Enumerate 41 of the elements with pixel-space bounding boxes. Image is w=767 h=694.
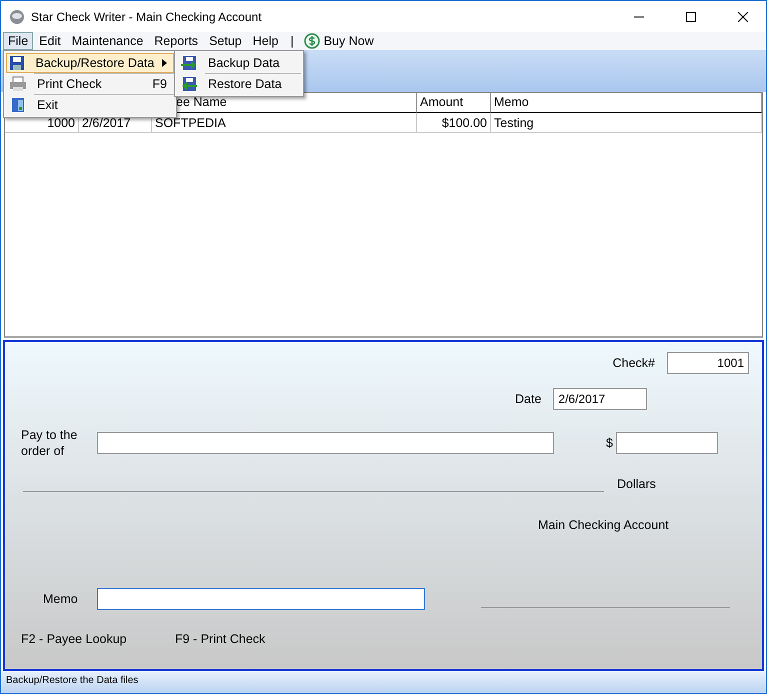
account-name: Main Checking Account	[538, 518, 669, 532]
check-number-label: Check#	[612, 356, 655, 370]
menu-item[interactable]: Reports	[149, 32, 204, 50]
exit-door-icon	[10, 97, 26, 113]
menu-entry[interactable]: Backup Data	[177, 53, 301, 73]
menu-entry[interactable]: Print Check F9	[6, 74, 174, 94]
menu-entry[interactable]: Backup/Restore Data	[6, 53, 174, 73]
table-cell: $100.00	[417, 113, 491, 133]
app-icon	[9, 8, 25, 24]
menu-entry[interactable]: Restore Data	[177, 74, 301, 94]
close-icon	[738, 12, 748, 22]
pay-to-label: Pay to the order of	[21, 427, 78, 459]
memo-label: Memo	[43, 592, 79, 606]
menu-item[interactable]: Help	[248, 32, 284, 50]
menu-item[interactable]: Setup	[204, 32, 247, 50]
maximize-icon	[686, 12, 696, 22]
dollar-sign: $	[606, 436, 613, 450]
amount-field[interactable]	[616, 432, 718, 454]
menu-item[interactable]: Maintenance	[66, 32, 148, 50]
buy-now-menu-item[interactable]: Buy Now	[300, 33, 378, 49]
check-number-field[interactable]: 1001	[667, 352, 749, 374]
date-label: Date	[515, 392, 542, 406]
submenu-arrow-icon	[162, 59, 167, 67]
column-header[interactable]: Amount	[417, 93, 491, 113]
restore-icon	[180, 76, 198, 92]
window-title: Star Check Writer - Main Checking Account	[31, 10, 263, 24]
date-field[interactable]: 2/6/2017	[553, 388, 648, 410]
menu-item[interactable]: File	[3, 32, 34, 50]
menu-item[interactable]: Edit	[34, 32, 66, 50]
table-cell: Testing	[491, 113, 762, 133]
menu-separator: |	[289, 34, 295, 48]
floppy-icon	[9, 55, 26, 71]
dollars-label: Dollars	[617, 477, 656, 491]
shortcut-hint: F2 - Payee Lookup	[21, 632, 128, 646]
status-bar: Backup/Restore the Data files	[1, 671, 766, 693]
printer-icon	[9, 76, 27, 92]
shortcut-hint: F9 - Print Check	[175, 632, 266, 646]
backup-icon	[180, 55, 198, 71]
memo-field[interactable]	[97, 588, 425, 610]
payee-field[interactable]	[97, 432, 554, 454]
column-header[interactable]: Memo	[491, 93, 762, 113]
